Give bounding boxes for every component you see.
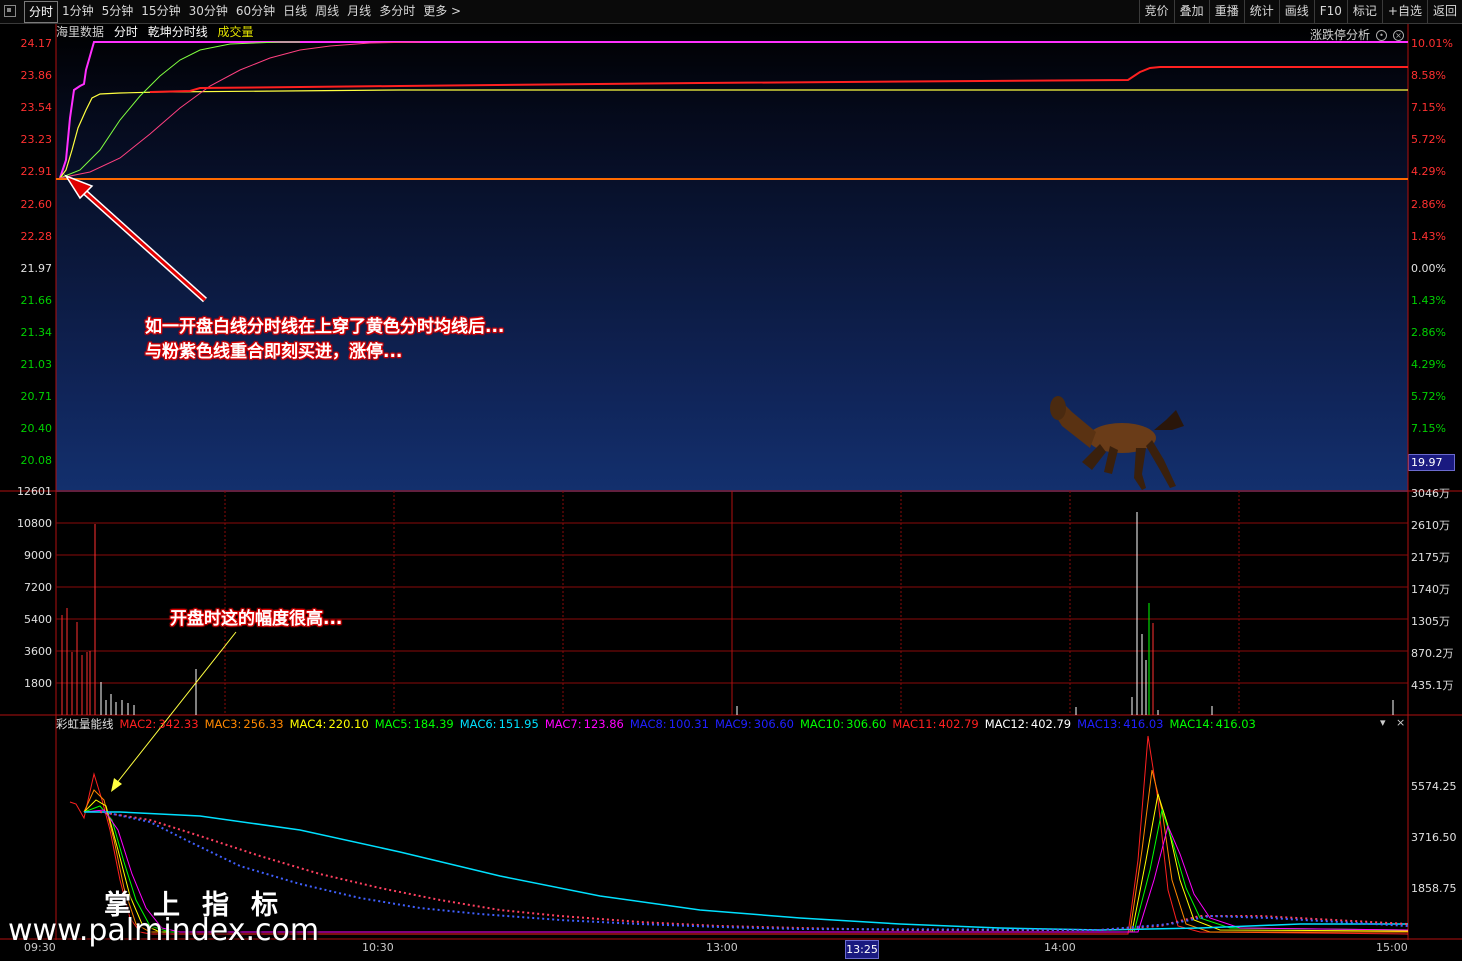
indicator-series-value: 306.60 xyxy=(846,717,887,731)
indicator-close-icon[interactable]: × xyxy=(1396,716,1405,729)
volume-tick-label: 7200 xyxy=(24,581,52,594)
indicator-series-value: 402.79 xyxy=(938,717,979,731)
indicator-series-value: 151.95 xyxy=(498,717,539,731)
indicator-name[interactable]: 彩虹量能线 xyxy=(56,717,114,731)
indicator-series-value: 100.31 xyxy=(668,717,709,731)
time-axis: 09:30 10:30 13:00 14:00 15:00 xyxy=(0,940,1462,961)
annotation-arrow-red xyxy=(64,174,208,303)
indicator-series-label: MAC3: xyxy=(204,717,242,731)
volume-amount-label: 1305万 xyxy=(1411,615,1450,628)
indicator-tick-label: 5574.25 xyxy=(1411,780,1457,793)
indicator-series-value: 220.10 xyxy=(328,717,369,731)
indicator-series-label: MAC7: xyxy=(544,717,582,731)
indicator-series-label: MAC11: xyxy=(892,717,937,731)
indicator-series-label: MAC5: xyxy=(374,717,412,731)
indicator-series-label: MAC6: xyxy=(459,717,497,731)
volume-amount-label: 435.1万 xyxy=(1411,679,1454,692)
indicator-series-value: 416.03 xyxy=(1123,717,1164,731)
indicator-series-value: 123.86 xyxy=(583,717,624,731)
indicator-header: 彩虹量能线 MAC2: 342.33 MAC3: 256.33 MAC4: 220.10 MA… xyxy=(56,716,1262,732)
time-label: 15:00 xyxy=(1376,941,1408,954)
volume-tick-label: 9000 xyxy=(24,549,52,562)
volume-amount-label: 3046万 xyxy=(1411,487,1450,500)
pink-trend-line xyxy=(59,41,421,179)
volume-amount-label: 1740万 xyxy=(1411,583,1450,596)
price-line xyxy=(149,66,1408,93)
volume-tick-label: 5400 xyxy=(24,613,52,626)
volume-grid xyxy=(56,491,1408,715)
chart-canvas xyxy=(0,24,1462,940)
volume-amount-label: 2175万 xyxy=(1411,551,1450,564)
indicator-series-value: 184.39 xyxy=(413,717,454,731)
time-cursor-tag: 13:25 xyxy=(845,940,879,959)
time-label: 13:00 xyxy=(706,941,738,954)
indicator-series-label: MAC4: xyxy=(289,717,327,731)
volume-tick-label: 3600 xyxy=(24,645,52,658)
volume-amount-label: 870.2万 xyxy=(1411,647,1454,660)
indicator-series-label: MAC10: xyxy=(800,717,845,731)
volume-amount-label: 2610万 xyxy=(1411,519,1450,532)
time-label: 14:00 xyxy=(1044,941,1076,954)
time-label: 10:30 xyxy=(362,941,394,954)
indicator-series-label: MAC13: xyxy=(1077,717,1122,731)
indicator-series-label: MAC8: xyxy=(629,717,667,731)
annotation-text-line2: 与粉紫色线重合即刻买进，涨停... xyxy=(145,342,403,362)
indicator-series-value: 402.79 xyxy=(1030,717,1072,731)
volume-tick-label: 12601 xyxy=(17,485,52,498)
indicator-tick-label: 3716.50 xyxy=(1411,831,1457,844)
indicator-series-label: MAC14: xyxy=(1169,717,1214,731)
indicator-series-value: 416.03 xyxy=(1215,717,1256,731)
annotation-text-line1: 如一开盘白线分时线在上穿了黄色分时均线后... xyxy=(145,317,505,337)
indicator-tick-label: 1858.75 xyxy=(1411,882,1457,895)
time-label: 09:30 xyxy=(24,941,56,954)
qiankun-line xyxy=(59,41,1408,179)
indicator-series-label: MAC2: xyxy=(119,717,157,731)
indicator-dropdown-icon[interactable]: ▾ xyxy=(1380,716,1386,729)
indicator-series-label: MAC12: xyxy=(984,717,1029,731)
annotation-arrow-yellow xyxy=(111,631,237,792)
volume-annotation-text: 开盘时这的幅度很高... xyxy=(170,609,343,629)
indicator-series-label: MAC9: xyxy=(714,717,752,731)
avg-price-line xyxy=(59,89,1408,179)
horse-icon xyxy=(1050,396,1184,490)
indicator-series-value: 342.33 xyxy=(158,717,199,731)
indicator-series-value: 256.33 xyxy=(243,717,284,731)
green-trend-line xyxy=(59,41,300,179)
volume-tick-label: 1800 xyxy=(24,677,52,690)
indicator-series-value: 306.60 xyxy=(753,717,794,731)
volume-tick-label: 10800 xyxy=(17,517,52,530)
